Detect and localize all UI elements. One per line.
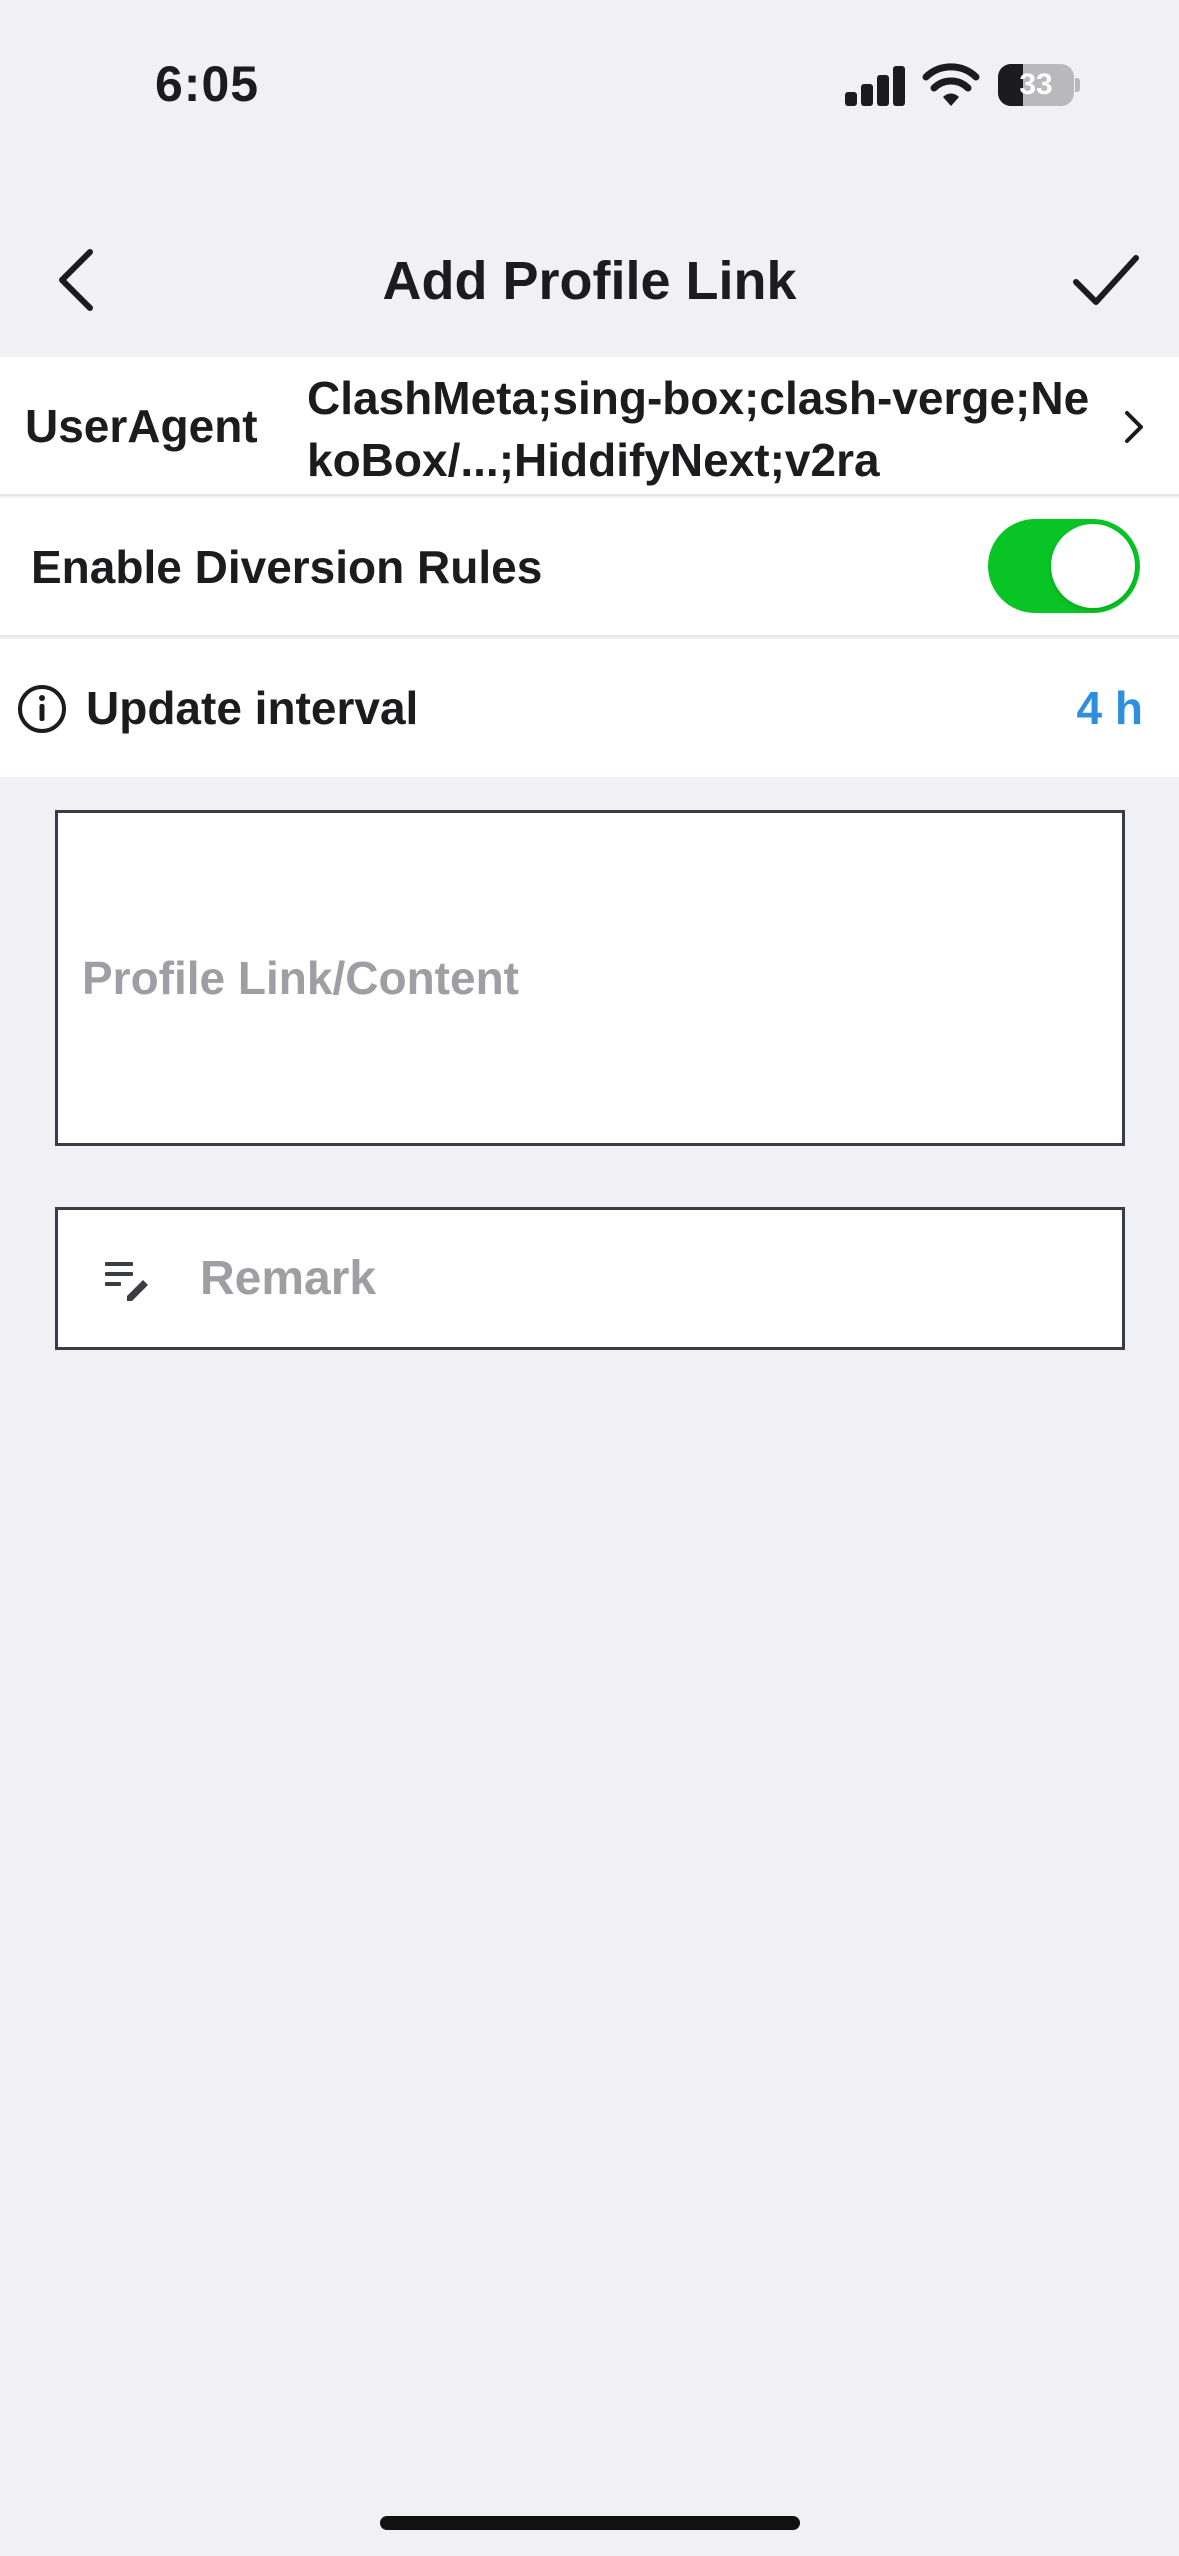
status-time: 6:05 <box>155 56 260 112</box>
remark-placeholder: Remark <box>200 1252 377 1305</box>
navigation-bar: Add Profile Link <box>0 210 1179 350</box>
battery-level: 33 <box>1019 68 1053 101</box>
user-agent-label: UserAgent <box>25 400 258 452</box>
info-icon[interactable] <box>16 683 68 735</box>
diversion-rules-label: Enable Diversion Rules <box>31 541 543 593</box>
user-agent-row[interactable]: UserAgent ClashMeta;sing-box;clash-verge… <box>0 357 1179 496</box>
user-agent-value: ClashMeta;sing-box;clash-verge;NekoBox/.… <box>307 372 1090 486</box>
status-bar: 6:05 33 <box>0 0 1179 175</box>
add-profile-screen: 6:05 33 Add Profile Link UserAgent Clash… <box>0 0 1179 2556</box>
cellular-signal-icon <box>845 64 907 106</box>
diversion-rules-toggle[interactable] <box>988 519 1140 613</box>
checkmark-icon <box>1073 255 1139 305</box>
chevron-right-icon <box>1125 411 1143 443</box>
update-interval-row[interactable]: Update interval 4 h <box>0 639 1179 777</box>
confirm-button[interactable] <box>1060 240 1150 320</box>
profile-link-placeholder: Profile Link/Content <box>82 952 519 1004</box>
remark-input[interactable]: Remark <box>55 1207 1125 1350</box>
edit-note-icon <box>105 1262 148 1301</box>
update-interval-value[interactable]: 4 h <box>1077 639 1143 777</box>
home-indicator <box>380 2516 800 2530</box>
toggle-knob <box>1051 524 1135 608</box>
battery-icon: 33 <box>998 64 1080 106</box>
wifi-icon <box>922 63 980 106</box>
page-title: Add Profile Link <box>382 251 797 311</box>
profile-link-input[interactable]: Profile Link/Content <box>55 810 1125 1146</box>
diversion-rules-row: Enable Diversion Rules <box>0 498 1179 637</box>
update-interval-label: Update interval <box>86 682 419 734</box>
